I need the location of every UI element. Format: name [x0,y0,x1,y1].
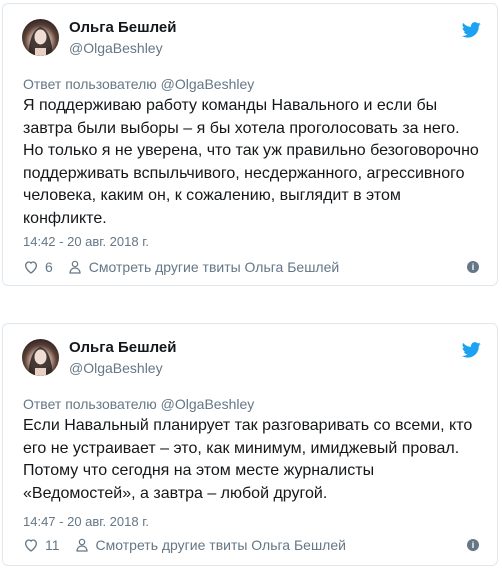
avatar[interactable] [22,339,59,376]
twitter-bird-icon[interactable] [462,22,481,38]
tweet-line: Я поддерживаю работу команды Навального … [23,97,438,114]
tweet-line: Если Навальный планирует так разговарива… [23,417,473,434]
tweet-actions: 6 Смотреть другие твиты Ольга Бешлей i [23,257,479,277]
twitter-bird-icon[interactable] [462,342,481,358]
tweet-line: Потому что сегодня на этом месте журнали… [23,462,375,479]
tweet-card[interactable]: Ольга Бешлей @OlgaBeshley Ответ пользова… [2,323,498,566]
reply-context[interactable]: Ответ пользователю @OlgaBeshley [23,76,254,92]
tweet-timestamp[interactable]: 14:47 - 20 авг. 2018 г. [23,514,149,529]
tweet-line: человека, каким он, к сожалению, выгляди… [23,187,401,204]
avatar[interactable] [22,19,59,56]
display-name[interactable]: Ольга Бешлей [69,339,177,356]
like-count[interactable]: 11 [45,537,60,553]
display-name[interactable]: Ольга Бешлей [69,19,177,36]
tweet-text: Я поддерживаю работу команды Навального … [23,95,483,230]
tweet-line: Но только я не уверена, что так уж прави… [23,142,479,159]
tweet-timestamp[interactable]: 14:42 - 20 авг. 2018 г. [23,234,149,249]
heart-icon[interactable] [23,259,39,275]
tweet-card[interactable]: Ольга Бешлей @OlgaBeshley Ответ пользова… [2,3,498,286]
info-icon[interactable]: i [467,261,479,273]
more-tweets-link[interactable]: Смотреть другие твиты Ольга Бешлей [89,259,339,275]
person-icon [75,538,88,552]
tweet-line: конфликте. [23,209,107,227]
tweet-line: «Ведомостей», а завтра – любой другой. [23,484,328,502]
more-tweets-link[interactable]: Смотреть другие твиты Ольга Бешлей [96,537,346,553]
heart-icon[interactable] [23,537,39,553]
tweet-line: его не устраивает – это, как минимум, им… [23,439,460,457]
tweet-actions: 11 Смотреть другие твиты Ольга Бешлей i [23,535,479,555]
tweet-text: Если Навальный планирует так разговарива… [23,415,483,505]
person-icon [69,260,81,274]
info-icon[interactable]: i [467,539,479,551]
reply-context[interactable]: Ответ пользователю @OlgaBeshley [23,396,254,412]
user-handle[interactable]: @OlgaBeshley [69,360,163,376]
tweet-line: поддерживать вспыльчивого, несдержанного… [23,164,465,182]
user-handle[interactable]: @OlgaBeshley [69,40,163,56]
tweet-line: завтра были выборы – я бы хотела проголо… [23,119,460,137]
like-count[interactable]: 6 [45,259,53,275]
